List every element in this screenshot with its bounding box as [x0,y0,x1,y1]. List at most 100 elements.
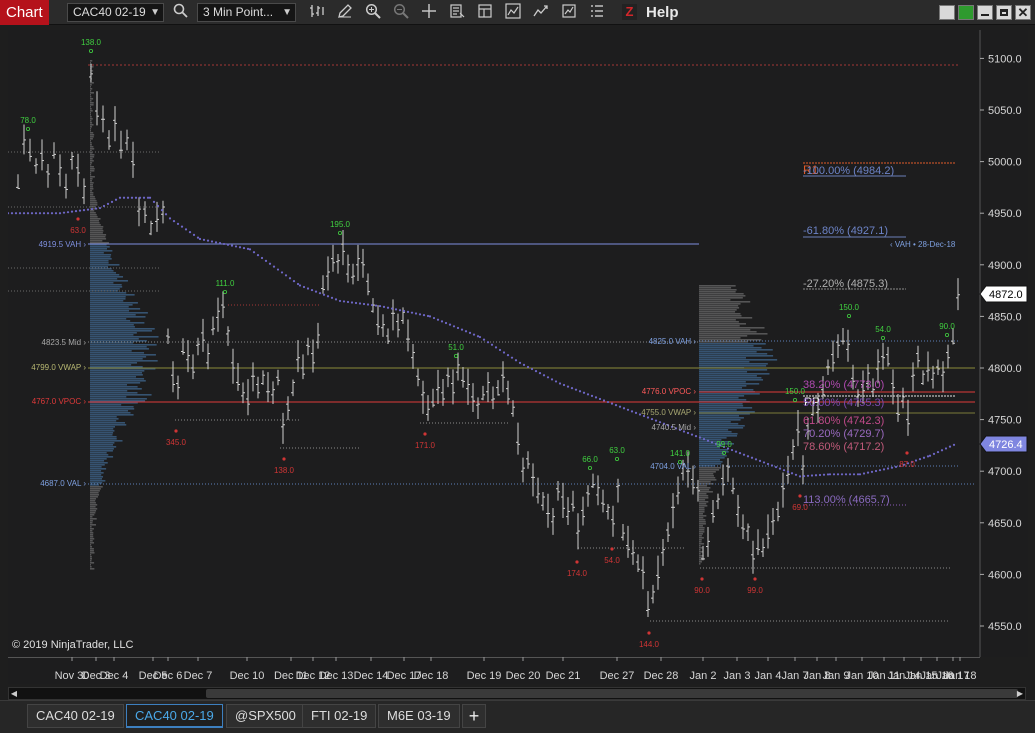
tab-m6e[interactable]: M6E 03-19 [378,704,460,728]
swing-high-marker [337,230,342,235]
volume-profile-bar-week2 [699,289,737,291]
volume-profile-bar-week1 [90,510,97,512]
vwap-dot [844,473,848,476]
volume-profile-bar-week1 [90,432,114,434]
vwap-dot [456,326,460,330]
volume-profile-bar-week1 [90,532,94,534]
scroll-right-icon[interactable]: ▶ [1015,688,1025,699]
volume-profile-bar-week1 [90,116,92,118]
tab-cac40-1[interactable]: CAC40 02-19 [27,704,124,728]
add-tab-button[interactable]: + [462,704,486,728]
swing-high-marker [89,49,94,54]
vwap-dot [686,431,690,435]
volume-profile-bar-week2 [699,493,707,495]
vwap-dot [518,361,522,364]
vwap-dot [944,447,948,450]
time-tick-label: Jan 2 [690,670,717,682]
volume-profile-bar-week1 [90,526,92,528]
volume-profile-bar-week1 [90,106,91,108]
volume-profile-bar-week2 [699,531,705,533]
volume-profile-bar-week2 [699,527,705,529]
volume-profile-bar-week1 [90,124,94,126]
volume-profile-bar-week2 [699,491,713,493]
volume-profile-bar-week1 [90,98,94,100]
volume-profile-bar-week2 [699,311,736,313]
volume-profile-bar-week1 [90,524,96,526]
vwap-dot [878,469,882,472]
vwap-dot [148,196,152,199]
vwap-dot [874,469,878,473]
volume-profile-bar-week2 [699,415,740,417]
volume-profile-bar-week1 [90,354,156,356]
volume-profile-bar-week1 [90,240,103,242]
volume-profile-bar-week2 [699,455,727,457]
tab-fti[interactable]: FTI 02-19 [302,704,377,728]
scrollbar-thumb[interactable] [206,689,1018,698]
volume-profile-bar-week2 [699,437,727,439]
vwap-dot [774,465,778,469]
volume-profile-bar-week1 [90,126,92,128]
vwap-dot [448,323,452,326]
volume-profile-bar-week1 [90,190,93,192]
volume-profile-bar-week2 [699,505,708,507]
volume-profile-bar-week2 [699,471,716,473]
volume-profile-bar-week1 [90,276,124,278]
volume-profile-bar-week1 [90,412,131,414]
volume-profile-bar-week2 [699,431,732,433]
volume-profile-bar-week1 [90,202,98,204]
vwap-dot [302,285,306,289]
vwap-dot [762,461,766,464]
volume-profile-bar-week1 [90,520,93,522]
volume-profile-bar-week1 [90,86,91,88]
volume-profile-bar-week1 [90,96,92,98]
vwap-dot [54,212,58,215]
volume-profile-bar-week1 [90,502,96,504]
volume-profile-bar-week2 [699,295,746,297]
swing-low-label: 90.0 [694,586,710,595]
vwap-dot [30,212,34,215]
volume-profile-bar-week2 [699,529,705,531]
volume-profile-bar-week2 [699,321,739,323]
scroll-left-icon[interactable]: ◀ [9,688,19,699]
volume-profile-label-week1: 4767.0 VPOC › [32,397,87,406]
volume-profile-bar-week1 [90,232,103,234]
vwap-dot [314,290,318,293]
volume-profile-bar-week1 [90,372,143,374]
volume-profile-bar-week1 [90,410,129,412]
volume-profile-bar-week2 [699,409,737,411]
volume-profile-bar-week1 [90,544,92,546]
volume-profile-bar-week1 [90,228,103,230]
volume-profile-bar-week1 [90,496,98,498]
horizontal-scrollbar[interactable]: ◀ ▶ [8,687,1026,700]
volume-profile-bar-week1 [90,192,94,194]
volume-profile-bar-week2 [699,435,738,437]
volume-profile-bar-week1 [90,460,105,462]
volume-profile-bar-week1 [90,282,114,284]
vwap-dot [378,304,382,308]
volume-profile-bar-week1 [90,156,95,158]
vwap-dot [922,456,926,459]
volume-profile-label-week2: 4776.0 VPOC › [642,387,697,396]
volume-profile-bar-week1 [90,230,104,232]
tab-spx500[interactable]: @SPX500 [226,704,305,728]
tab-cac40-2[interactable]: CAC40 02-19 [126,704,223,728]
vwap-dot [10,212,14,215]
volume-profile-bar-week2 [699,421,731,423]
volume-profile-bar-week2 [699,323,746,325]
vwap-dot [562,383,566,387]
volume-profile-bar-week1 [90,100,92,102]
volume-profile-bar-week1 [90,518,97,520]
volume-profile-bar-week1 [90,214,97,216]
volume-profile-bar-week1 [90,560,92,562]
time-tick-label: Dec 21 [546,670,581,682]
volume-profile-bar-week2 [699,397,739,399]
vwap-dot [156,204,160,208]
volume-profile-bar-week1 [90,324,134,326]
vwap-dot [206,239,210,242]
volume-profile-bar-week1 [90,504,98,506]
volume-profile-bar-week1 [90,534,94,536]
price-tick-label: 4650.0 [988,518,1022,530]
volume-profile-bar-week2 [699,487,711,489]
volume-profile-bar-week1 [90,406,134,408]
volume-profile-bar-week1 [90,188,94,190]
